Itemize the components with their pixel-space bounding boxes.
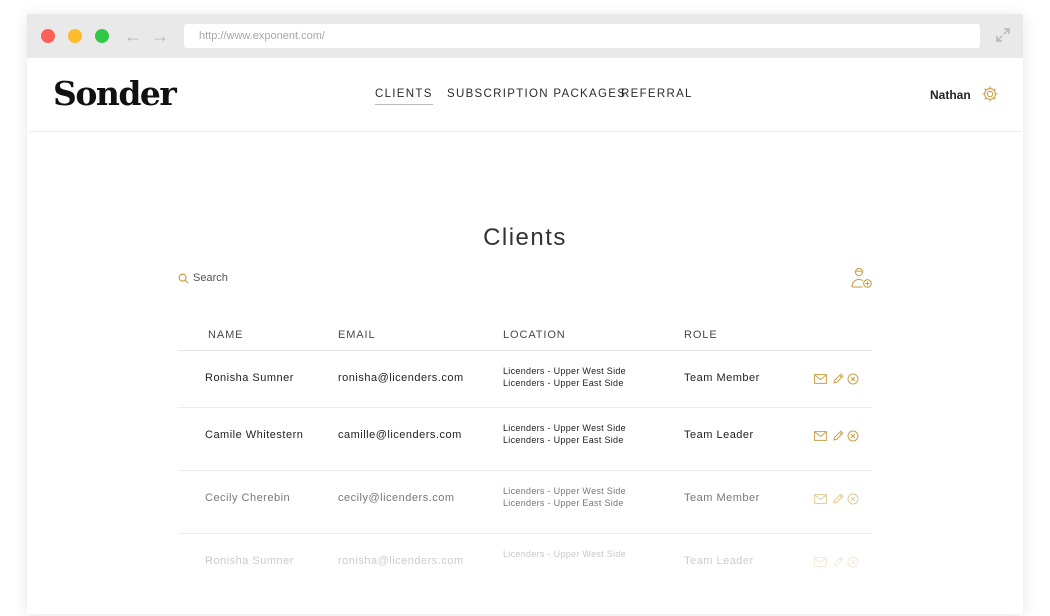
remove-icon[interactable] [847,493,859,505]
page-title: Clients [483,224,567,251]
mail-icon[interactable] [814,493,827,505]
client-email: ronisha@licenders.com [338,555,464,567]
client-role: Team Leader [684,555,754,567]
address-bar[interactable]: http://www.exponent.com/ [184,24,980,48]
minimize-window-button[interactable] [68,29,82,43]
table-row[interactable]: Camile Whitestern camille@licenders.com … [178,408,872,471]
clients-table: NAME EMAIL LOCATION ROLE Ronisha Sumner … [178,322,872,597]
maximize-window-button[interactable] [95,29,109,43]
column-header-location[interactable]: LOCATION [503,329,566,341]
client-location: Licenders - Upper West Side [503,549,626,561]
close-window-button[interactable] [41,29,55,43]
client-location: Licenders - Upper West Side Licenders - … [503,486,626,509]
client-role: Team Leader [684,429,754,441]
row-actions [814,493,864,505]
mail-icon[interactable] [814,430,827,442]
pencil-icon[interactable] [832,493,844,505]
table-row[interactable]: Ronisha Sumner ronisha@licenders.com Lic… [178,351,872,408]
client-email: cecily@licenders.com [338,492,455,504]
browser-titlebar: ← → http://www.exponent.com/ [27,14,1023,58]
site-header: Sonder CLIENTS SUBSCRIPTION PACKAGES REF… [29,58,1021,132]
mail-icon[interactable] [814,373,827,385]
client-email: camille@licenders.com [338,429,462,441]
mail-icon[interactable] [814,556,827,568]
client-name: Ronisha Sumner [205,372,294,384]
row-actions [814,430,864,442]
location-line: Licenders - Upper West Side [503,549,626,559]
client-name: Camile Whitestern [205,429,304,441]
user-name[interactable]: Nathan [930,88,971,102]
table-header: NAME EMAIL LOCATION ROLE [178,322,872,351]
row-actions [814,373,864,385]
search-field[interactable]: Search [178,271,338,287]
client-role: Team Member [684,492,760,504]
column-header-role[interactable]: ROLE [684,329,718,341]
nav-clients[interactable]: CLIENTS [375,88,433,105]
search-placeholder: Search [193,272,228,284]
browser-window: ← → http://www.exponent.com/ Sonder CLIE… [27,14,1023,614]
remove-icon[interactable] [847,430,859,442]
client-name: Cecily Cherebin [205,492,291,504]
nav-referral[interactable]: REFERRAL [621,88,693,100]
location-line: Licenders - Upper East Side [503,434,624,445]
search-icon [178,273,189,284]
main-nav: CLIENTS SUBSCRIPTION PACKAGES REFERRAL [29,88,1021,108]
nav-subscription-packages[interactable]: SUBSCRIPTION PACKAGES [447,88,626,100]
row-actions [814,556,864,568]
gear-icon[interactable] [981,85,999,103]
client-location: Licenders - Upper West Side Licenders - … [503,423,626,446]
client-location: Licenders - Upper West Side Licenders - … [503,366,626,389]
pencil-icon[interactable] [832,373,844,385]
client-role: Team Member [684,372,760,384]
location-line: Licenders - Upper East Side [503,497,624,508]
location-line: Licenders - Upper West Side [503,366,626,376]
table-row[interactable]: Ronisha Sumner ronisha@licenders.com Lic… [178,534,872,597]
back-arrow-icon[interactable]: ← [124,26,142,46]
table-row[interactable]: Cecily Cherebin cecily@licenders.com Lic… [178,471,872,534]
add-user-icon[interactable] [850,266,874,290]
column-header-email[interactable]: EMAIL [338,329,376,341]
remove-icon[interactable] [847,556,859,568]
remove-icon[interactable] [847,373,859,385]
pencil-icon[interactable] [832,556,844,568]
forward-arrow-icon[interactable]: → [151,26,169,46]
fullscreen-icon[interactable] [995,27,1011,43]
location-line: Licenders - Upper East Side [503,377,624,388]
pencil-icon[interactable] [832,430,844,442]
column-header-name[interactable]: NAME [208,329,243,341]
location-line: Licenders - Upper West Side [503,486,626,496]
location-line: Licenders - Upper West Side [503,423,626,433]
client-email: ronisha@licenders.com [338,372,464,384]
main-content: Clients Search NAME EMAIL LOCATION ROLE … [29,132,1021,614]
client-name: Ronisha Sumner [205,555,294,567]
